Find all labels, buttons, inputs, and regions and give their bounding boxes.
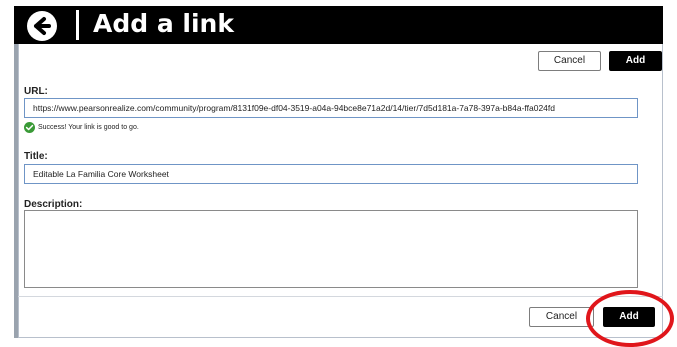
check-circle-icon <box>24 122 35 133</box>
bottom-cancel-button[interactable]: Cancel <box>529 307 594 327</box>
url-label: URL: <box>24 86 48 97</box>
back-button[interactable] <box>27 11 57 41</box>
footer-divider <box>18 296 663 297</box>
header-bar: Add a link <box>14 6 663 44</box>
add-link-panel <box>18 44 663 338</box>
description-label: Description: <box>24 199 83 210</box>
title-field[interactable]: Editable La Familia Core Worksheet <box>24 164 638 184</box>
description-field[interactable] <box>24 210 638 288</box>
page-title: Add a link <box>93 9 234 38</box>
top-add-button[interactable]: Add <box>609 51 662 71</box>
highlight-circle-annotation <box>586 290 674 347</box>
url-field[interactable]: https://www.pearsonrealize.com/community… <box>24 98 638 118</box>
header-divider <box>76 10 79 40</box>
arrow-left-icon <box>34 17 51 35</box>
success-text: Success! Your link is good to go. <box>38 124 139 131</box>
top-cancel-button[interactable]: Cancel <box>538 51 601 71</box>
title-label: Title: <box>24 151 48 162</box>
